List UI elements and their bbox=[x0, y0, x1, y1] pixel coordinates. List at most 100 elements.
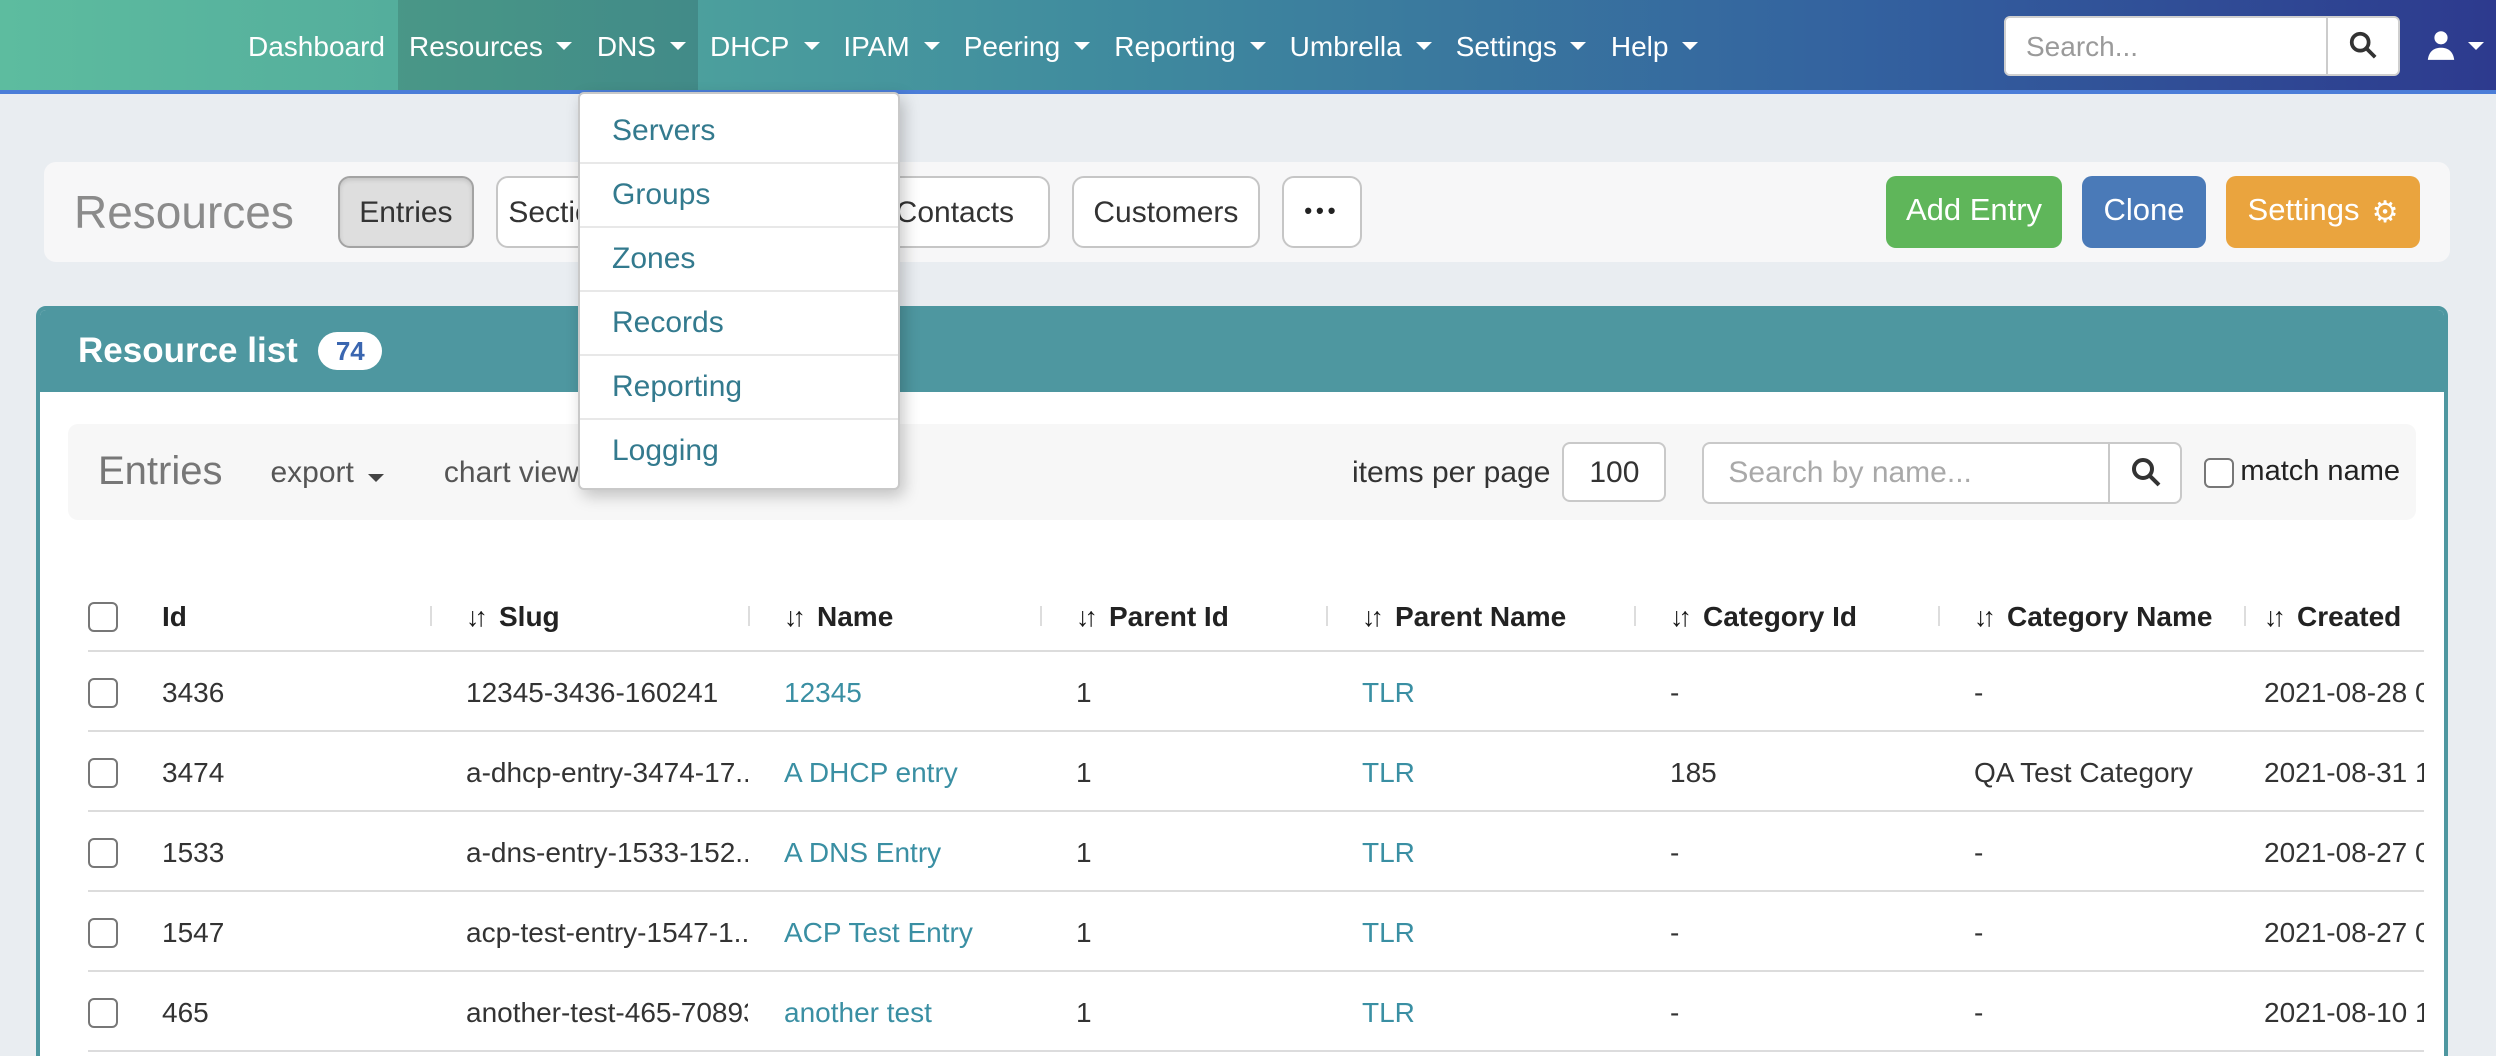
parent-name-link[interactable]: TLR bbox=[1362, 835, 1415, 867]
sort-icon: ↓↑ bbox=[2264, 601, 2281, 631]
page-header: Resources Entries Sections Contacts Cust… bbox=[44, 162, 2450, 262]
menu-item-servers[interactable]: Servers bbox=[580, 100, 898, 162]
entries-toolbar: Entries export chart view show filters +… bbox=[68, 424, 2416, 520]
more-tabs-button[interactable]: ••• bbox=[1282, 176, 1362, 248]
column-header-category-id[interactable]: ↓↑Category Id bbox=[1634, 599, 1938, 631]
column-label: Slug bbox=[499, 599, 560, 631]
table-row: 3436 12345-3436-160241 12345 1 TLR - - 2… bbox=[88, 650, 2424, 730]
global-search-input[interactable] bbox=[2006, 17, 2326, 73]
name-search-input[interactable] bbox=[1702, 441, 2108, 503]
row-checkbox[interactable] bbox=[88, 998, 118, 1028]
global-search-button[interactable] bbox=[2326, 17, 2398, 73]
cell-category-name: QA Test Category bbox=[1938, 755, 2244, 787]
sort-icon: ↓↑ bbox=[1670, 601, 1687, 631]
entry-name-link[interactable]: A DHCP entry bbox=[784, 755, 958, 787]
add-entry-button[interactable]: Add Entry bbox=[1886, 176, 2062, 248]
cell-parent-id: 1 bbox=[1040, 675, 1326, 707]
row-checkbox[interactable] bbox=[88, 918, 118, 948]
cell-category-id: - bbox=[1634, 835, 1938, 867]
chevron-down-icon bbox=[803, 41, 819, 49]
clone-button[interactable]: Clone bbox=[2082, 176, 2206, 248]
entry-name-link[interactable]: another test bbox=[784, 995, 932, 1027]
column-label: Category Name bbox=[2007, 599, 2212, 631]
cell-slug: 12345-3436-160241 bbox=[430, 675, 748, 707]
tab-customers[interactable]: Customers bbox=[1072, 176, 1260, 248]
column-header-slug[interactable]: ↓↑ Slug bbox=[430, 599, 748, 631]
column-header-category-name[interactable]: ↓↑Category Name bbox=[1938, 599, 2244, 631]
user-menu[interactable] bbox=[2424, 28, 2484, 62]
tab-entries[interactable]: Entries bbox=[338, 176, 474, 248]
cell-category-id: - bbox=[1634, 675, 1938, 707]
cell-id: 1547 bbox=[162, 915, 430, 947]
sort-icon: ↓↑ bbox=[784, 601, 801, 631]
cell-name: A DNS Entry bbox=[748, 835, 1040, 867]
cell-parent-name: TLR bbox=[1326, 755, 1634, 787]
name-search-button[interactable] bbox=[2108, 441, 2182, 503]
nav-item-resources[interactable]: Resources bbox=[397, 0, 585, 90]
nav-label: IPAM bbox=[843, 29, 909, 61]
dns-dropdown-menu: Servers Groups Zones Records Reporting L… bbox=[578, 92, 900, 490]
row-checkbox[interactable] bbox=[88, 678, 118, 708]
entry-name-link[interactable]: 12345 bbox=[784, 675, 862, 707]
nav-item-reporting[interactable]: Reporting bbox=[1102, 0, 1277, 90]
cell-created: 2021-08-10 17 bbox=[2244, 995, 2424, 1027]
header-select-cell bbox=[88, 598, 162, 632]
nav-item-dashboard[interactable]: Dashboard bbox=[236, 0, 397, 90]
nav-item-umbrella[interactable]: Umbrella bbox=[1278, 0, 1444, 90]
row-checkbox[interactable] bbox=[88, 758, 118, 788]
sort-icon: ↓↑ bbox=[466, 601, 483, 631]
cell-parent-name: TLR bbox=[1326, 995, 1634, 1027]
column-header-created[interactable]: ↓↑Created bbox=[2244, 599, 2424, 631]
cell-created: 2021-08-28 00 bbox=[2244, 675, 2424, 707]
parent-name-link[interactable]: TLR bbox=[1362, 995, 1415, 1027]
parent-name-link[interactable]: TLR bbox=[1362, 915, 1415, 947]
cell-slug: acp-test-entry-1547-1... bbox=[430, 915, 748, 947]
settings-button[interactable]: Settings⚙ bbox=[2226, 176, 2420, 248]
parent-name-link[interactable]: TLR bbox=[1362, 755, 1415, 787]
nav-item-dhcp[interactable]: DHCP bbox=[698, 0, 831, 90]
cell-category-name: - bbox=[1938, 995, 2244, 1027]
menu-item-reporting[interactable]: Reporting bbox=[580, 354, 898, 418]
table-row: 465 another-test-465-70893 another test … bbox=[88, 970, 2424, 1050]
items-per-page-input[interactable] bbox=[1562, 442, 1666, 502]
parent-name-link[interactable]: TLR bbox=[1362, 675, 1415, 707]
chart-view-link[interactable]: chart view bbox=[444, 455, 579, 489]
column-label: Parent Name bbox=[1395, 599, 1566, 631]
nav-item-settings[interactable]: Settings bbox=[1444, 0, 1599, 90]
menu-item-zones[interactable]: Zones bbox=[580, 226, 898, 290]
menu-item-logging[interactable]: Logging bbox=[580, 418, 898, 482]
cell-id: 3474 bbox=[162, 755, 430, 787]
menu-item-groups[interactable]: Groups bbox=[580, 162, 898, 226]
cell-parent-id: 1 bbox=[1040, 995, 1326, 1027]
nav-item-peering[interactable]: Peering bbox=[952, 0, 1103, 90]
nav-item-help[interactable]: Help bbox=[1599, 0, 1711, 90]
column-header-parent-id[interactable]: ↓↑Parent Id bbox=[1040, 599, 1326, 631]
cell-category-id: - bbox=[1634, 915, 1938, 947]
nav-label: DHCP bbox=[710, 29, 789, 61]
column-header-parent-name[interactable]: ↓↑Parent Name bbox=[1326, 599, 1634, 631]
column-label: Id bbox=[162, 599, 187, 631]
nav-item-dns[interactable]: DNS bbox=[585, 0, 698, 90]
match-name-checkbox[interactable] bbox=[2204, 457, 2234, 487]
cell-parent-name: TLR bbox=[1326, 835, 1634, 867]
entry-name-link[interactable]: A DNS Entry bbox=[784, 835, 941, 867]
row-checkbox[interactable] bbox=[88, 838, 118, 868]
cell-slug: a-dhcp-entry-3474-17... bbox=[430, 755, 748, 787]
row-select-cell bbox=[88, 754, 162, 788]
cell-parent-id: 1 bbox=[1040, 835, 1326, 867]
nav-item-ipam[interactable]: IPAM bbox=[831, 0, 951, 90]
resource-list-panel: Resource list 74 Entries export chart vi… bbox=[36, 306, 2448, 1056]
select-all-checkbox[interactable] bbox=[88, 602, 118, 632]
chevron-down-icon bbox=[670, 41, 686, 49]
cell-category-name: - bbox=[1938, 675, 2244, 707]
entry-name-link[interactable]: ACP Test Entry bbox=[784, 915, 973, 947]
top-navbar: Dashboard Resources DNS DHCP IPAM Peerin… bbox=[0, 0, 2496, 94]
menu-item-records[interactable]: Records bbox=[580, 290, 898, 354]
export-dropdown[interactable]: export bbox=[271, 455, 384, 489]
chevron-down-icon bbox=[1416, 41, 1432, 49]
row-select-cell bbox=[88, 994, 162, 1028]
nav-label: Resources bbox=[409, 29, 543, 61]
cell-id: 465 bbox=[162, 995, 430, 1027]
column-header-name[interactable]: ↓↑Name bbox=[748, 599, 1040, 631]
sort-icon: ↓↑ bbox=[1076, 601, 1093, 631]
